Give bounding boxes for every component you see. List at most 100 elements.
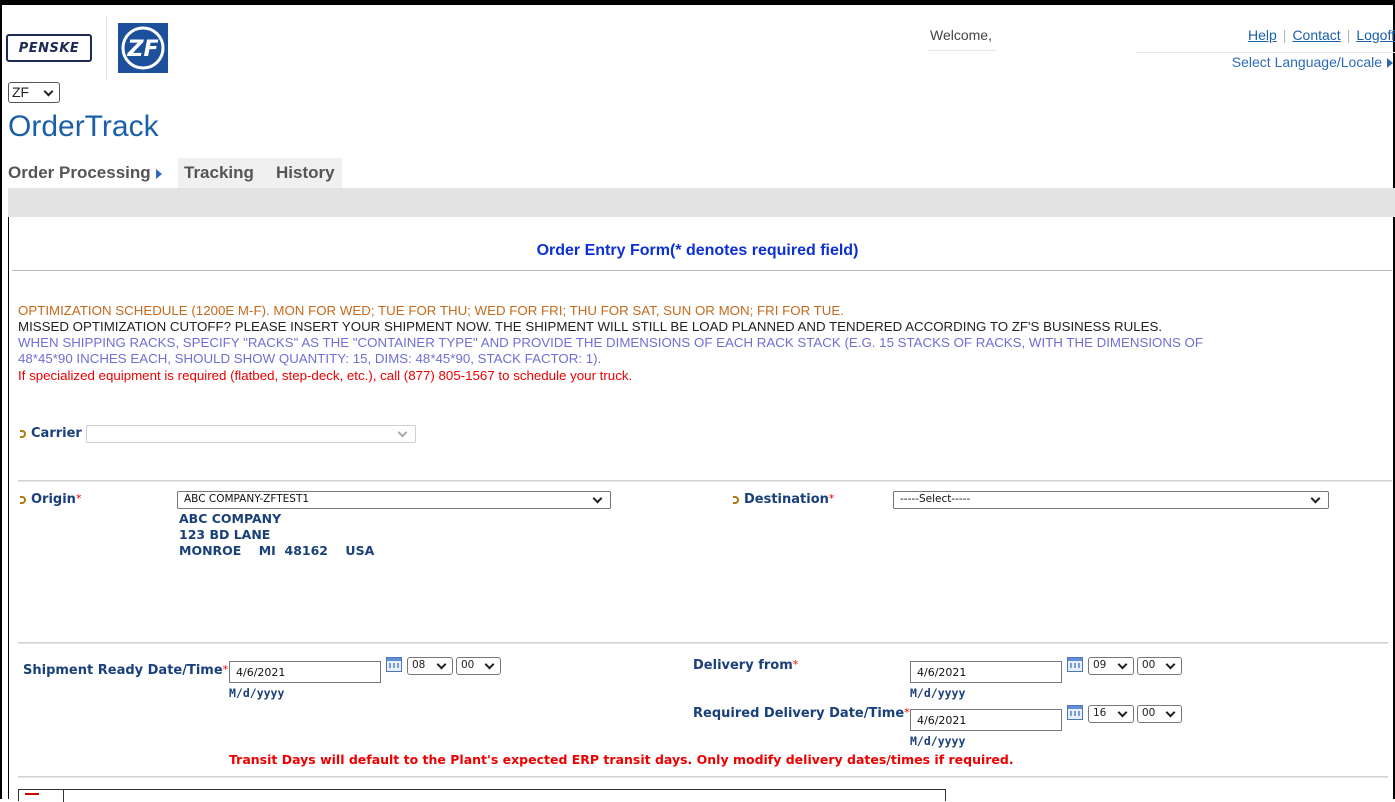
delivery-from-label-text: Delivery from	[693, 658, 793, 673]
calendar-icon[interactable]	[386, 657, 402, 672]
origin-address-street: 123 BD LANE	[179, 527, 271, 542]
delivery-from-minute-select[interactable]: 00	[1137, 657, 1182, 675]
required-delivery-date-input[interactable]	[910, 709, 1062, 731]
minute-value: 00	[1142, 707, 1156, 719]
carrier-label-text: Carrier	[31, 426, 82, 441]
section-divider	[18, 776, 1388, 778]
nav-order-processing-label: Order Processing	[8, 163, 151, 182]
subnav-band	[8, 188, 1395, 217]
penske-logo: PENSKE	[6, 34, 92, 62]
shipment-ready-hour-select[interactable]: 08	[407, 657, 453, 675]
date-format-hint: M/d/yyyy	[910, 734, 966, 748]
carrier-label: Carrier	[20, 426, 82, 441]
chevron-down-icon	[397, 427, 408, 438]
notice-missed-cutoff: MISSED OPTIMIZATION CUTOFF? PLEASE INSER…	[18, 319, 1163, 334]
carrier-select[interactable]	[86, 425, 416, 443]
notice-racks-continued: 48*45*90 INCHES EACH, SHOULD SHOW QUANTI…	[18, 351, 602, 366]
logo-divider	[106, 17, 107, 79]
section-divider	[18, 480, 1392, 482]
company-select[interactable]: ZF	[8, 82, 60, 103]
bullet-icon	[20, 429, 26, 438]
destination-select-value: -----Select-----	[900, 493, 971, 505]
hour-value: 09	[1093, 659, 1107, 671]
link-separator: |	[1346, 27, 1351, 43]
logoff-link[interactable]: Logoff	[1356, 27, 1395, 43]
line-items-table	[18, 789, 946, 802]
origin-address: ABC COMPANY 123 BD LANE MONROE MI 48162 …	[179, 511, 374, 559]
calendar-icon[interactable]	[1067, 705, 1083, 720]
table-row-marker	[25, 793, 39, 799]
required-marker: *	[828, 492, 835, 505]
link-separator: |	[1282, 27, 1287, 43]
table-cell-divider	[63, 790, 64, 802]
delivery-from-date-input[interactable]	[910, 661, 1062, 683]
form-title: Order Entry Form(* denotes required fiel…	[536, 242, 859, 259]
select-language-locale-link[interactable]: Select Language/Locale	[1232, 54, 1393, 70]
app-title: OrderTrack	[8, 110, 159, 143]
header-divider	[1136, 52, 1395, 53]
bullet-icon	[20, 495, 26, 504]
required-delivery-hour-select[interactable]: 16	[1088, 705, 1134, 723]
required-marker: *	[792, 658, 799, 671]
required-marker: *	[904, 706, 910, 719]
chevron-down-icon	[592, 493, 603, 504]
delivery-from-label: Delivery from*	[693, 658, 798, 673]
company-select-value: ZF	[12, 84, 30, 100]
destination-label: Destination*	[733, 492, 834, 507]
zf-logo-text: ZF	[127, 37, 159, 62]
minute-value: 00	[461, 659, 475, 671]
notice-racks: WHEN SHIPPING RACKS, SPECIFY "RACKS" AS …	[18, 335, 1204, 350]
origin-label-text: Origin	[31, 492, 76, 507]
arrow-right-icon	[1387, 58, 1393, 69]
nav-history[interactable]: History	[270, 158, 342, 188]
origin-select-value: ABC COMPANY-ZFTEST1	[184, 493, 310, 505]
nav-tracking[interactable]: Tracking	[178, 158, 270, 188]
transit-days-note: Transit Days will default to the Plant's…	[229, 752, 1014, 767]
section-divider	[18, 642, 1388, 644]
zf-logo: ZF	[118, 23, 168, 73]
origin-label: Origin*	[20, 492, 81, 507]
window-top-border	[0, 0, 1395, 5]
top-links: Help | Contact | Logoff	[1248, 27, 1395, 43]
welcome-text: Welcome,	[930, 27, 992, 43]
chevron-down-icon	[1117, 707, 1128, 718]
locale-label: Select Language/Locale	[1231, 54, 1382, 70]
chevron-down-icon	[1310, 493, 1321, 504]
delivery-from-hour-select[interactable]: 09	[1088, 657, 1134, 675]
chevron-down-icon	[436, 659, 447, 670]
shipment-ready-label: Shipment Ready Date/Time*	[23, 663, 228, 678]
shipment-ready-label-text: Shipment Ready Date/Time	[23, 663, 223, 678]
required-delivery-label: Required Delivery Date/Time*	[693, 706, 910, 721]
hour-value: 08	[412, 659, 426, 671]
arrow-right-icon	[155, 168, 162, 179]
calendar-icon[interactable]	[1067, 657, 1083, 672]
shipment-ready-date-input[interactable]	[229, 661, 381, 683]
required-delivery-label-text: Required Delivery Date/Time	[693, 706, 905, 721]
chevron-down-icon	[43, 86, 54, 97]
origin-select[interactable]: ABC COMPANY-ZFTEST1	[177, 491, 611, 509]
minute-value: 00	[1142, 659, 1156, 671]
chevron-down-icon	[484, 659, 495, 670]
help-link[interactable]: Help	[1248, 27, 1277, 43]
date-format-hint: M/d/yyyy	[229, 686, 285, 700]
hour-value: 16	[1093, 707, 1107, 719]
date-format-hint: M/d/yyyy	[910, 686, 966, 700]
notice-specialized-equipment: If specialized equipment is required (fl…	[18, 368, 633, 383]
title-divider	[12, 270, 1392, 271]
destination-select[interactable]: -----Select-----	[893, 491, 1329, 509]
window-left-border	[0, 0, 2, 799]
content-left-border	[8, 195, 9, 799]
notice-optimization-schedule: OPTIMIZATION SCHEDULE (1200E M-F). MON F…	[18, 303, 844, 318]
origin-address-city: MONROE MI 48162 USA	[179, 543, 375, 558]
origin-address-name: ABC COMPANY	[179, 511, 282, 526]
required-delivery-minute-select[interactable]: 00	[1137, 705, 1182, 723]
chevron-down-icon	[1165, 659, 1176, 670]
required-marker: *	[75, 492, 82, 505]
contact-link[interactable]: Contact	[1292, 27, 1340, 43]
nav-order-processing[interactable]: Order Processing	[8, 158, 162, 188]
welcome-underline	[928, 50, 996, 51]
bullet-icon	[733, 495, 739, 504]
chevron-down-icon	[1165, 707, 1176, 718]
shipment-ready-minute-select[interactable]: 00	[456, 657, 501, 675]
chevron-down-icon	[1117, 659, 1128, 670]
